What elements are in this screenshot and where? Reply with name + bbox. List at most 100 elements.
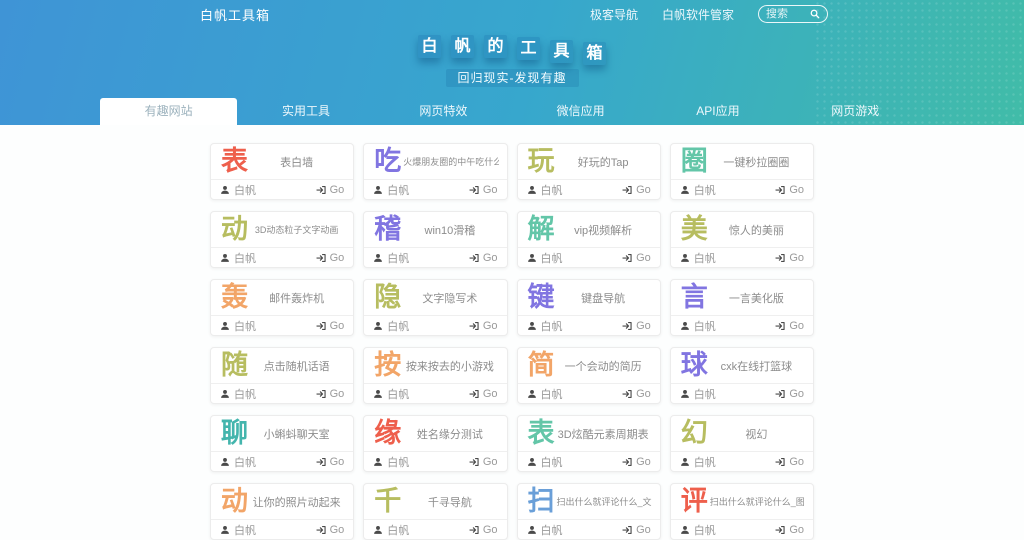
card-go-label[interactable]: Go xyxy=(330,524,345,536)
card-footer: 白帆 Go xyxy=(518,315,660,335)
tool-card[interactable]: 简 一个会动的简历 白帆 Go xyxy=(517,347,661,404)
tool-card[interactable]: 表 表白墙 白帆 Go xyxy=(210,143,354,200)
tool-card[interactable]: 随 点击随机话语 白帆 Go xyxy=(210,347,354,404)
card-go-link[interactable]: Go xyxy=(775,184,804,196)
card-go-link[interactable]: Go xyxy=(622,252,651,264)
card-go-link[interactable]: Go xyxy=(469,388,498,400)
card-go-link[interactable]: Go xyxy=(775,388,804,400)
card-glyph: 按 xyxy=(374,352,401,379)
tool-card[interactable]: 按 按来按去的小游戏 白帆 Go xyxy=(363,347,507,404)
tool-card[interactable]: 缘 姓名缘分测试 白帆 Go xyxy=(363,415,507,472)
card-go-label[interactable]: Go xyxy=(789,456,804,468)
card-go-link[interactable]: Go xyxy=(469,524,498,536)
card-go-link[interactable]: Go xyxy=(469,184,498,196)
card-go-label[interactable]: Go xyxy=(636,456,651,468)
card-go-label[interactable]: Go xyxy=(636,184,651,196)
tool-card[interactable]: 扫 扫出什么就评论什么_文字版 白帆 Go xyxy=(517,483,661,540)
card-go-label[interactable]: Go xyxy=(483,184,498,196)
user-icon xyxy=(527,389,537,399)
card-title: 一个会动的简历 xyxy=(555,358,652,374)
card-go-link[interactable]: Go xyxy=(469,320,498,332)
sign-in-icon xyxy=(775,253,785,263)
tool-card[interactable]: 聊 小蝌蚪聊天室 白帆 Go xyxy=(210,415,354,472)
card-go-label[interactable]: Go xyxy=(330,388,345,400)
tool-card[interactable]: 轰 邮件轰炸机 白帆 Go xyxy=(210,279,354,336)
card-go-label[interactable]: Go xyxy=(330,252,345,264)
tool-card[interactable]: 解 vip视频解析 白帆 Go xyxy=(517,211,661,268)
card-title: 惊人的美丽 xyxy=(708,222,805,238)
tool-card[interactable]: 表 3D炫酷元素周期表 白帆 Go xyxy=(517,415,661,472)
card-go-label[interactable]: Go xyxy=(483,320,498,332)
sign-in-icon xyxy=(622,185,632,195)
nav-link-geek-nav[interactable]: 极客导航 xyxy=(590,6,638,23)
card-author-label: 白帆 xyxy=(234,454,256,470)
card-go-label[interactable]: Go xyxy=(636,252,651,264)
tool-card[interactable]: 幻 视幻 白帆 Go xyxy=(670,415,814,472)
card-go-label[interactable]: Go xyxy=(789,184,804,196)
tool-card[interactable]: 稽 win10滑稽 白帆 Go xyxy=(363,211,507,268)
card-go-link[interactable]: Go xyxy=(469,456,498,468)
tool-card[interactable]: 玩 好玩的Tap 白帆 Go xyxy=(517,143,661,200)
tool-card[interactable]: 美 惊人的美丽 白帆 Go xyxy=(670,211,814,268)
card-go-label[interactable]: Go xyxy=(330,184,345,196)
card-go-link[interactable]: Go xyxy=(775,252,804,264)
card-go-label[interactable]: Go xyxy=(636,320,651,332)
card-go-label[interactable]: Go xyxy=(483,388,498,400)
card-title: cxk在线打篮球 xyxy=(708,358,805,374)
card-footer: 白帆 Go xyxy=(518,451,660,471)
tab-0[interactable]: 有趣网站 xyxy=(100,98,237,125)
card-go-link[interactable]: Go xyxy=(316,184,345,196)
nav-link-software-manager[interactable]: 白帆软件管家 xyxy=(662,6,734,23)
card-go-label[interactable]: Go xyxy=(483,252,498,264)
card-go-label[interactable]: Go xyxy=(789,388,804,400)
main-content: 表 表白墙 白帆 Go 吃 火爆朋友圈的中午吃什么 xyxy=(0,125,1024,540)
card-go-link[interactable]: Go xyxy=(316,388,345,400)
card-go-link[interactable]: Go xyxy=(469,252,498,264)
tool-card[interactable]: 评 扫出什么就评论什么_图片版 白帆 Go xyxy=(670,483,814,540)
card-go-label[interactable]: Go xyxy=(330,456,345,468)
card-go-label[interactable]: Go xyxy=(789,320,804,332)
tab-4[interactable]: API应用 xyxy=(649,98,786,125)
search-box[interactable] xyxy=(758,5,828,23)
card-go-label[interactable]: Go xyxy=(330,320,345,332)
card-go-link[interactable]: Go xyxy=(622,524,651,536)
search-icon[interactable] xyxy=(810,9,820,19)
card-go-link[interactable]: Go xyxy=(622,320,651,332)
card-go-link[interactable]: Go xyxy=(622,456,651,468)
card-go-link[interactable]: Go xyxy=(622,184,651,196)
card-go-label[interactable]: Go xyxy=(483,524,498,536)
tab-1[interactable]: 实用工具 xyxy=(237,98,374,125)
tool-card[interactable]: 球 cxk在线打篮球 白帆 Go xyxy=(670,347,814,404)
card-glyph: 评 xyxy=(681,488,708,515)
tool-card[interactable]: 动 让你的照片动起来 白帆 Go xyxy=(210,483,354,540)
tab-5[interactable]: 网页游戏 xyxy=(787,98,924,125)
tab-3[interactable]: 微信应用 xyxy=(512,98,649,125)
site-title-char: 箱 xyxy=(583,42,606,65)
tool-card[interactable]: 键 键盘导航 白帆 Go xyxy=(517,279,661,336)
card-go-link[interactable]: Go xyxy=(775,320,804,332)
card-go-link[interactable]: Go xyxy=(316,456,345,468)
tool-card[interactable]: 千 千寻导航 白帆 Go xyxy=(363,483,507,540)
search-input[interactable] xyxy=(766,8,806,20)
card-go-link[interactable]: Go xyxy=(316,252,345,264)
card-go-label[interactable]: Go xyxy=(636,524,651,536)
tool-card[interactable]: 吃 火爆朋友圈的中午吃什么 白帆 Go xyxy=(363,143,507,200)
card-go-label[interactable]: Go xyxy=(636,388,651,400)
tool-card[interactable]: 动 3D动态粒子文字动画 白帆 Go xyxy=(210,211,354,268)
card-author-label: 白帆 xyxy=(387,386,409,402)
tool-card[interactable]: 圈 一键秒拉圈圈 白帆 Go xyxy=(670,143,814,200)
card-go-link[interactable]: Go xyxy=(775,524,804,536)
card-go-link[interactable]: Go xyxy=(316,524,345,536)
card-go-link[interactable]: Go xyxy=(316,320,345,332)
card-go-label[interactable]: Go xyxy=(483,456,498,468)
card-go-label[interactable]: Go xyxy=(789,252,804,264)
tab-2[interactable]: 网页特效 xyxy=(375,98,512,125)
card-go-link[interactable]: Go xyxy=(622,388,651,400)
card-go-link[interactable]: Go xyxy=(775,456,804,468)
tool-card[interactable]: 隐 文字隐写术 白帆 Go xyxy=(363,279,507,336)
user-icon xyxy=(220,253,230,263)
card-title: win10滑稽 xyxy=(401,222,498,238)
tool-card[interactable]: 言 一言美化版 白帆 Go xyxy=(670,279,814,336)
card-go-label[interactable]: Go xyxy=(789,524,804,536)
user-icon xyxy=(373,525,383,535)
